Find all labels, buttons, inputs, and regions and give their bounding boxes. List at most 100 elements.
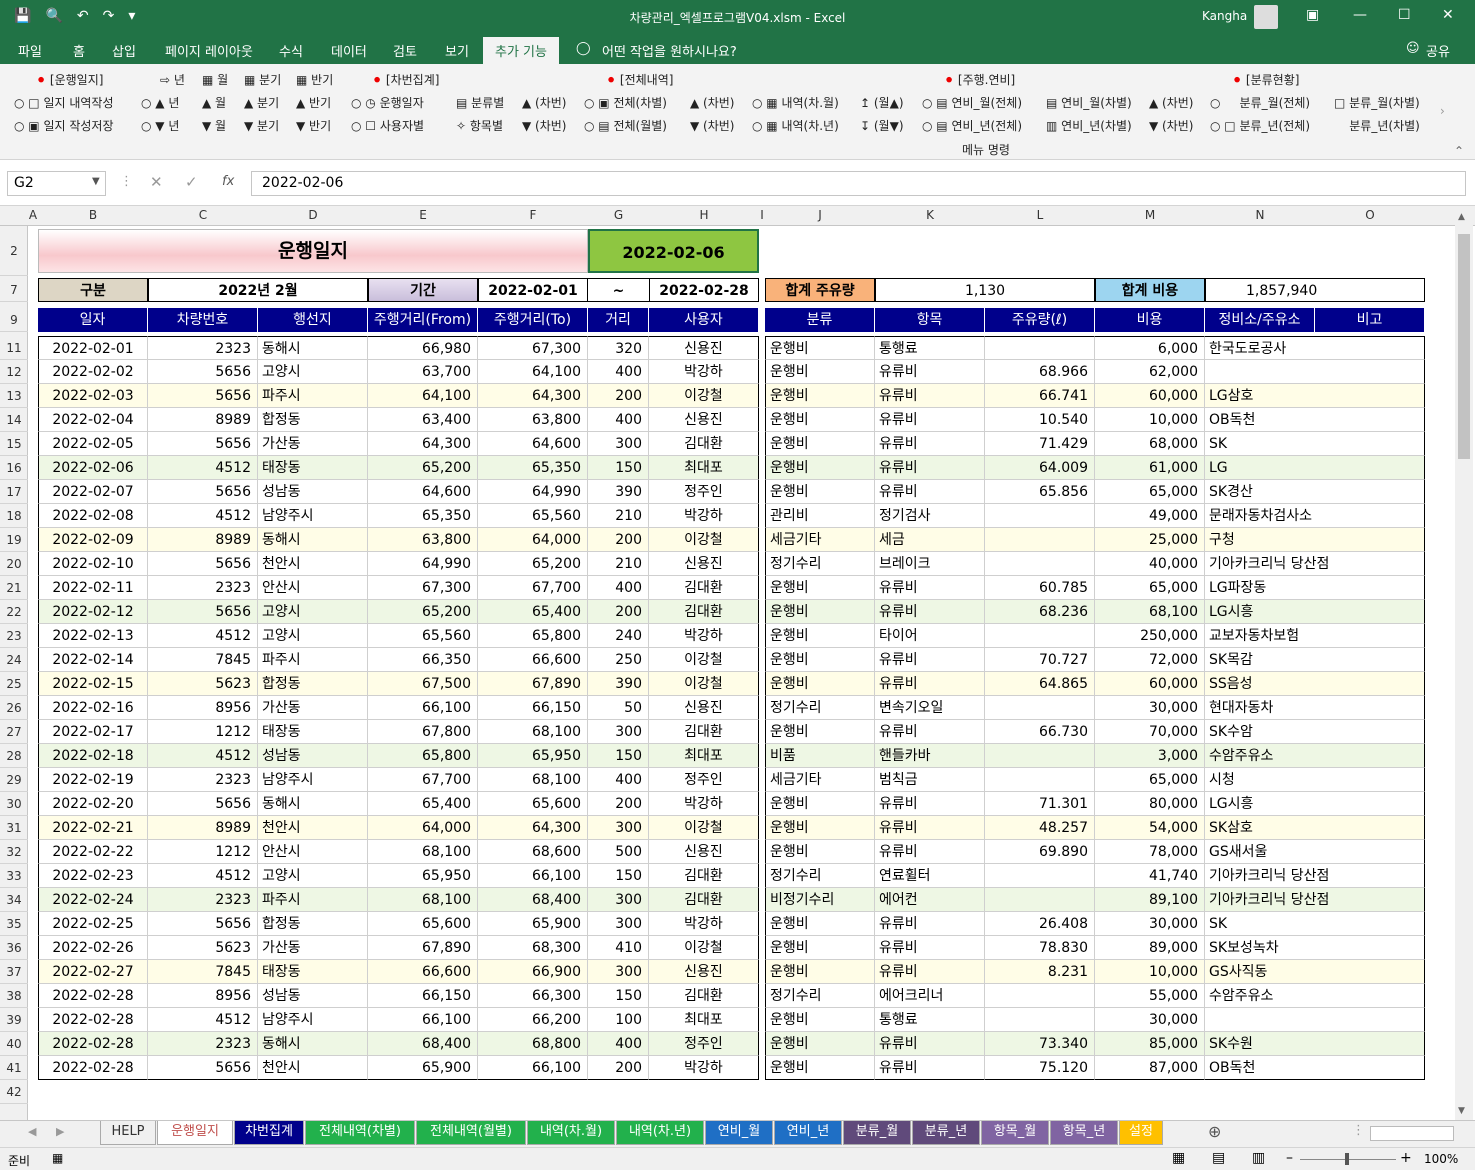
table-cell[interactable]: 66,100 bbox=[478, 1056, 588, 1080]
table-cell[interactable]: 2022-02-21 bbox=[38, 816, 148, 840]
column-header[interactable]: B bbox=[38, 208, 148, 222]
row-header[interactable]: 9 bbox=[0, 308, 28, 332]
table-cell[interactable] bbox=[985, 624, 1095, 648]
table-cell[interactable]: 60,000 bbox=[1095, 672, 1205, 696]
table-cell[interactable]: 정기수리 bbox=[765, 696, 875, 720]
table-cell[interactable]: 62,000 bbox=[1095, 360, 1205, 384]
table-cell[interactable]: 기아카크리닉 당산점 bbox=[1205, 864, 1425, 888]
table-cell[interactable]: 64.009 bbox=[985, 456, 1095, 480]
table-cell[interactable]: 정기수리 bbox=[765, 984, 875, 1008]
selected-date-cell[interactable]: 2022-02-06 bbox=[588, 229, 759, 273]
column-header[interactable]: E bbox=[368, 208, 478, 222]
table-cell[interactable]: 운행비 bbox=[765, 840, 875, 864]
row-header[interactable]: 22 bbox=[0, 600, 28, 624]
table-cell[interactable]: 운행비 bbox=[765, 912, 875, 936]
row-header[interactable]: 31 bbox=[0, 816, 28, 840]
table-cell[interactable]: 89,000 bbox=[1095, 936, 1205, 960]
table-cell[interactable]: 2022-02-10 bbox=[38, 552, 148, 576]
table-cell[interactable]: 54,000 bbox=[1095, 816, 1205, 840]
table-cell[interactable]: SK보성녹차 bbox=[1205, 936, 1425, 960]
table-cell[interactable]: 300 bbox=[588, 720, 649, 744]
table-cell[interactable]: 390 bbox=[588, 480, 649, 504]
table-cell[interactable]: 2022-02-19 bbox=[38, 768, 148, 792]
menu-carno-down-1[interactable]: ▼ (차번) bbox=[522, 117, 567, 134]
table-cell[interactable]: 고양시 bbox=[258, 600, 368, 624]
column-header[interactable]: C bbox=[148, 208, 258, 222]
table-cell[interactable]: 태장동 bbox=[258, 960, 368, 984]
menu-cat-month-all[interactable]: ○ 분류_월(전체) bbox=[1210, 94, 1310, 111]
table-cell[interactable]: 65,000 bbox=[1095, 768, 1205, 792]
period-to[interactable]: 2022-02-28 bbox=[649, 278, 759, 302]
table-cell[interactable]: 64,000 bbox=[368, 816, 478, 840]
normal-view-icon[interactable]: ▦ bbox=[1172, 1150, 1185, 1166]
table-cell[interactable]: 65,350 bbox=[368, 504, 478, 528]
table-cell[interactable]: 2022-02-18 bbox=[38, 744, 148, 768]
row-header[interactable]: 21 bbox=[0, 576, 28, 600]
table-cell[interactable]: 65,200 bbox=[368, 456, 478, 480]
menu-top-month[interactable]: ▦ 월 bbox=[202, 71, 228, 88]
table-cell[interactable]: 연료휠터 bbox=[875, 864, 985, 888]
tab-page-layout[interactable]: 페이지 레이아웃 bbox=[165, 41, 253, 60]
sheet-tab[interactable]: 내역(차.월) bbox=[527, 1121, 615, 1145]
table-cell[interactable]: 동해시 bbox=[258, 528, 368, 552]
table-cell[interactable]: 유류비 bbox=[875, 672, 985, 696]
menu-all-by-car[interactable]: ○ ▣ 전체(차별) bbox=[584, 94, 667, 111]
column-header[interactable]: N bbox=[1205, 208, 1315, 222]
table-cell[interactable]: 71.301 bbox=[985, 792, 1095, 816]
table-cell[interactable]: 유류비 bbox=[875, 960, 985, 984]
table-cell[interactable]: 200 bbox=[588, 528, 649, 552]
table-cell[interactable]: 400 bbox=[588, 408, 649, 432]
table-cell[interactable]: 68,100 bbox=[368, 840, 478, 864]
table-cell[interactable]: 태장동 bbox=[258, 720, 368, 744]
gubun-value[interactable]: 2022년 2월 bbox=[148, 278, 368, 302]
table-cell[interactable]: 8.231 bbox=[985, 960, 1095, 984]
table-cell[interactable]: 동해시 bbox=[258, 1032, 368, 1056]
table-cell[interactable]: 운행비 bbox=[765, 1008, 875, 1032]
table-cell[interactable]: 66,300 bbox=[478, 984, 588, 1008]
table-cell[interactable]: 4512 bbox=[148, 864, 258, 888]
table-cell[interactable]: 5656 bbox=[148, 360, 258, 384]
table-cell[interactable]: 65,900 bbox=[368, 1056, 478, 1080]
table-cell[interactable]: 김대환 bbox=[649, 600, 759, 624]
table-cell[interactable]: 300 bbox=[588, 912, 649, 936]
table-cell[interactable] bbox=[985, 696, 1095, 720]
table-cell[interactable]: 문래자동차검사소 bbox=[1205, 504, 1425, 528]
table-cell[interactable] bbox=[985, 744, 1095, 768]
table-cell[interactable]: 파주시 bbox=[258, 648, 368, 672]
table-cell[interactable]: LG파장동 bbox=[1205, 576, 1425, 600]
table-cell[interactable]: 64,990 bbox=[478, 480, 588, 504]
table-cell[interactable]: 신용진 bbox=[649, 408, 759, 432]
scroll-up-icon[interactable]: ▲ bbox=[1458, 212, 1465, 222]
scroll-down-icon[interactable]: ▼ bbox=[1458, 1106, 1465, 1116]
row-header[interactable]: 20 bbox=[0, 552, 28, 576]
table-cell[interactable]: 구청 bbox=[1205, 528, 1425, 552]
table-cell[interactable]: 2022-02-04 bbox=[38, 408, 148, 432]
table-cell[interactable]: 65,560 bbox=[368, 624, 478, 648]
menu-log-write[interactable]: ○ □ 일지 내역작성 bbox=[14, 94, 114, 111]
table-cell[interactable]: 41,740 bbox=[1095, 864, 1205, 888]
table-cell[interactable]: 65,600 bbox=[478, 792, 588, 816]
table-cell[interactable]: 70,000 bbox=[1095, 720, 1205, 744]
row-header[interactable]: 38 bbox=[0, 984, 28, 1008]
table-cell[interactable]: 2323 bbox=[148, 888, 258, 912]
table-cell[interactable]: SS음성 bbox=[1205, 672, 1425, 696]
menu-year-down[interactable]: ○ ▼ 년 bbox=[141, 117, 179, 134]
table-cell[interactable]: 성남동 bbox=[258, 984, 368, 1008]
row-header[interactable]: 27 bbox=[0, 720, 28, 744]
table-cell[interactable]: 이강철 bbox=[649, 672, 759, 696]
sheet-tab[interactable]: 연비_월 bbox=[705, 1121, 773, 1145]
menu-mileage-month-car[interactable]: ▤ 연비_월(차별) bbox=[1046, 94, 1132, 111]
table-cell[interactable]: 2022-02-28 bbox=[38, 1056, 148, 1080]
table-cell[interactable]: 64,100 bbox=[478, 360, 588, 384]
table-cell[interactable]: 63,800 bbox=[478, 408, 588, 432]
table-cell[interactable]: 운행비 bbox=[765, 792, 875, 816]
table-cell[interactable]: 박강하 bbox=[649, 792, 759, 816]
table-cell[interactable]: 64,300 bbox=[478, 384, 588, 408]
table-cell[interactable]: 5656 bbox=[148, 432, 258, 456]
table-cell[interactable]: 65,600 bbox=[368, 912, 478, 936]
row-header[interactable]: 40 bbox=[0, 1032, 28, 1056]
zoom-slider-thumb[interactable] bbox=[1345, 1153, 1349, 1165]
avatar[interactable] bbox=[1254, 5, 1278, 29]
table-cell[interactable]: 2022-02-20 bbox=[38, 792, 148, 816]
table-cell[interactable]: 200 bbox=[588, 792, 649, 816]
